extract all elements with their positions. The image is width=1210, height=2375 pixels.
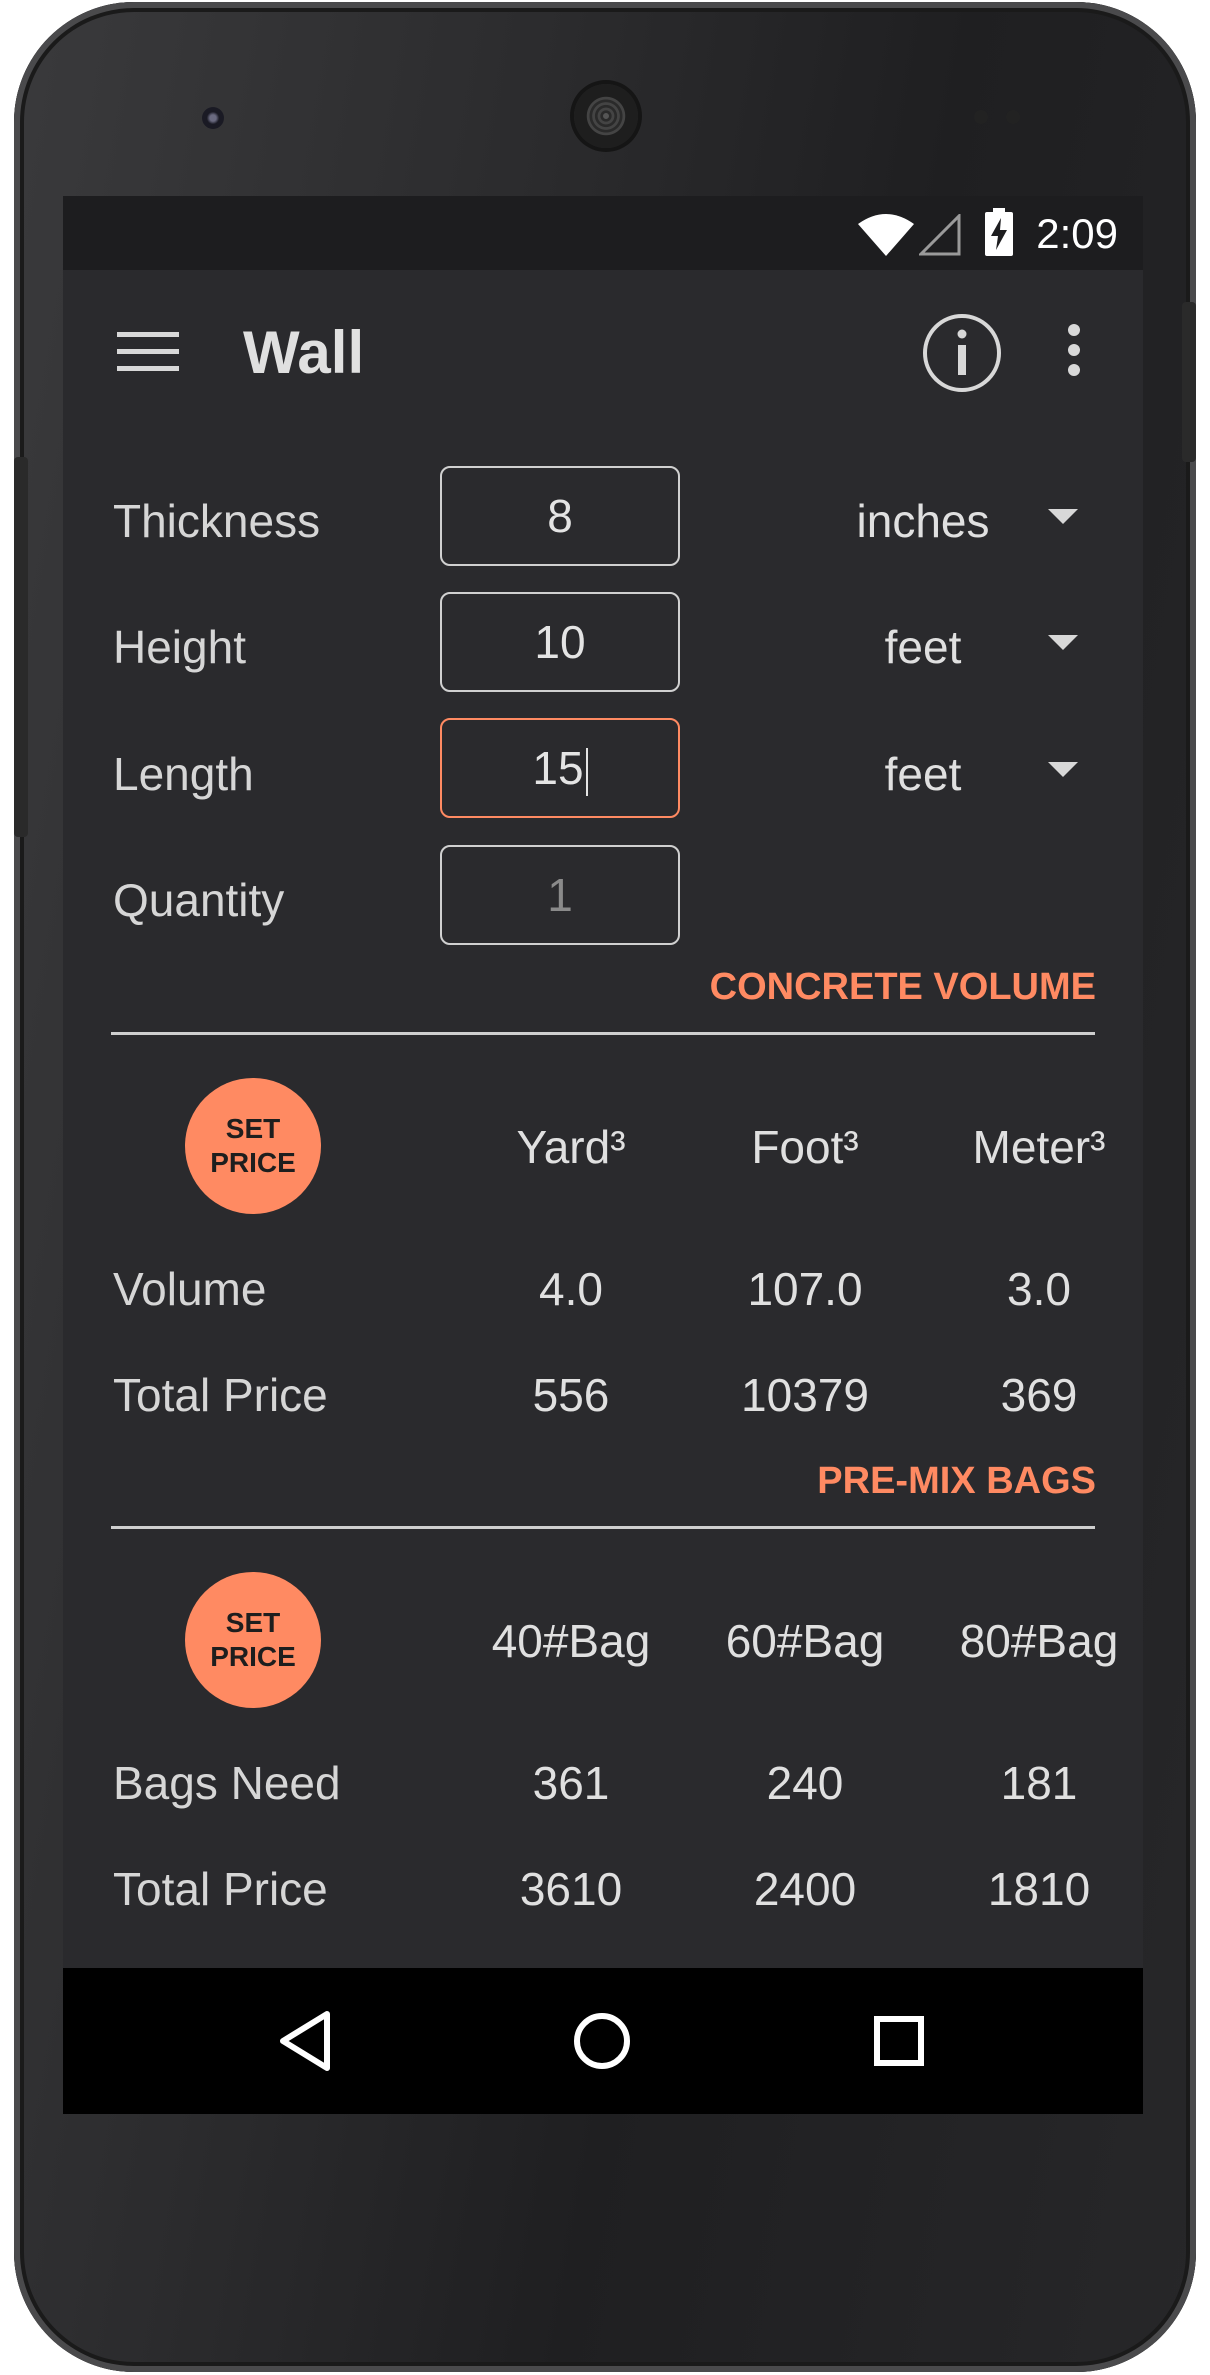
power-button: [1182, 302, 1196, 462]
set-price-line1: SET: [225, 1607, 281, 1638]
hamburger-menu-icon[interactable]: [117, 332, 179, 372]
volume-meter3: 3.0: [1007, 1263, 1071, 1315]
length-unit-select[interactable]: feet: [793, 747, 1053, 801]
quantity-label: Quantity: [113, 874, 285, 926]
set-price-line2: PRICE: [210, 1641, 296, 1672]
height-unit-select[interactable]: feet: [793, 620, 1053, 674]
set-price-button[interactable]: SET PRICE: [185, 1078, 321, 1214]
volume-label: Volume: [113, 1263, 267, 1315]
status-time: 2:09: [1036, 210, 1118, 257]
page-title: Wall: [243, 319, 365, 386]
wifi-icon: [858, 214, 914, 256]
bags-total-price-80bag: 1810: [987, 1863, 1091, 1915]
thickness-label: Thickness: [113, 495, 321, 547]
thickness-input[interactable]: 8: [440, 466, 680, 566]
set-price-line1: SET: [225, 1113, 281, 1144]
column-header-40bag: 40#Bag: [491, 1615, 651, 1667]
text-caret: [585, 747, 588, 796]
bags-need-80bag: 181: [1000, 1757, 1078, 1809]
bags-need-60bag: 240: [766, 1757, 844, 1809]
premix-bags-title: PRE-MIX BAGS: [817, 1460, 1096, 1502]
quantity-input[interactable]: 1: [440, 845, 680, 945]
status-bar: 2:09: [63, 196, 1143, 270]
chevron-down-icon[interactable]: [1048, 509, 1078, 524]
column-header-80bag: 80#Bag: [959, 1615, 1119, 1667]
length-label: Length: [113, 748, 254, 800]
battery-charging-icon: [985, 208, 1013, 256]
volume-button: [14, 457, 28, 837]
light-sensor: [1006, 110, 1020, 124]
concrete-volume-title: CONCRETE VOLUME: [709, 966, 1096, 1008]
height-input[interactable]: 10: [440, 592, 680, 692]
total-price-yard3: 556: [532, 1369, 610, 1421]
column-header-foot3: Foot³: [751, 1121, 859, 1173]
back-icon[interactable]: [275, 2008, 335, 2074]
divider: [111, 1032, 1095, 1035]
navigation-bar: [63, 1968, 1143, 2114]
volume-yard3: 4.0: [539, 1263, 603, 1315]
column-header-meter3: Meter³: [972, 1121, 1106, 1173]
bags-need-40bag: 361: [532, 1757, 610, 1809]
set-price-line2: PRICE: [210, 1147, 296, 1178]
column-header-yard3: Yard³: [516, 1121, 626, 1173]
total-price-label: Total Price: [113, 1369, 328, 1421]
earpiece-speaker: [574, 84, 638, 148]
bags-total-price-40bag: 3610: [519, 1863, 623, 1915]
column-header-60bag: 60#Bag: [725, 1615, 885, 1667]
length-input-value: 15: [532, 742, 584, 794]
bags-total-price-60bag: 2400: [753, 1863, 857, 1915]
volume-foot3: 107.0: [747, 1263, 863, 1315]
cell-signal-icon: [919, 214, 961, 256]
screen: 2:09 Wall Thickness 8 inches Height 10 f…: [63, 196, 1143, 2114]
recents-icon[interactable]: [869, 2008, 929, 2074]
bags-total-price-label: Total Price: [113, 1863, 328, 1915]
thickness-unit-select[interactable]: inches: [793, 494, 1053, 548]
proximity-sensor: [974, 110, 988, 124]
total-price-foot3: 10379: [741, 1369, 869, 1421]
chevron-down-icon[interactable]: [1048, 635, 1078, 650]
set-price-button[interactable]: SET PRICE: [185, 1572, 321, 1708]
home-icon[interactable]: [569, 2008, 635, 2074]
chevron-down-icon[interactable]: [1048, 762, 1078, 777]
height-label: Height: [113, 621, 246, 673]
app-bar: Wall: [63, 270, 1143, 438]
more-vert-icon[interactable]: [1066, 322, 1082, 378]
divider: [111, 1526, 1095, 1529]
length-input[interactable]: 15: [440, 718, 680, 818]
front-camera: [202, 107, 224, 129]
total-price-meter3: 369: [1000, 1369, 1078, 1421]
info-icon[interactable]: [921, 312, 1003, 394]
bags-need-label: Bags Need: [113, 1757, 341, 1809]
